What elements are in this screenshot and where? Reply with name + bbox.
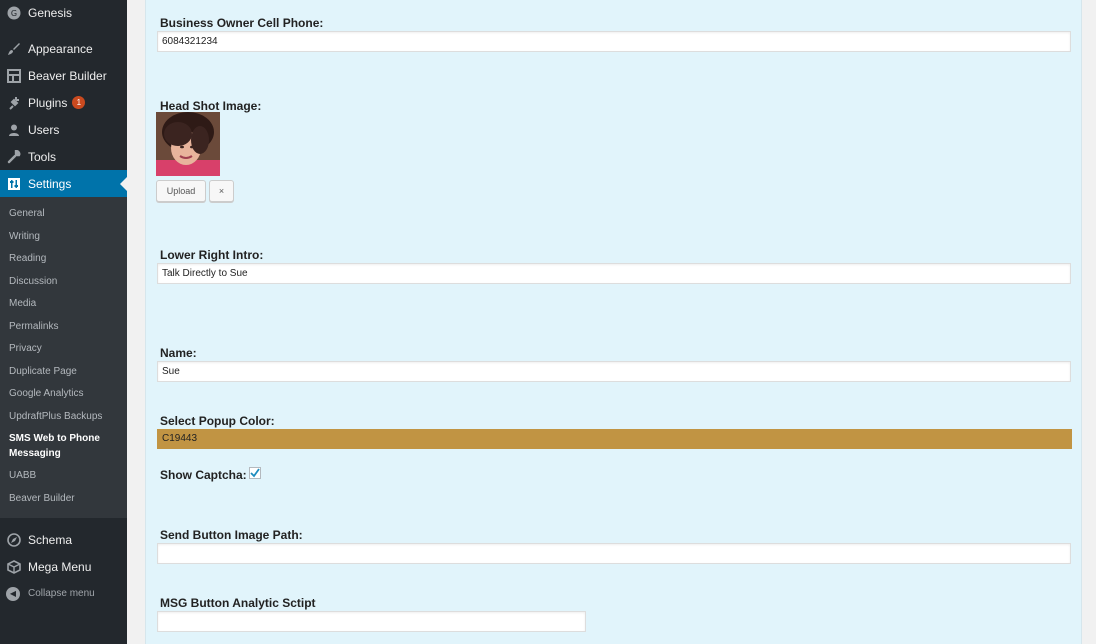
remove-image-button[interactable]: ×	[209, 180, 234, 202]
send-button-path-input[interactable]	[157, 543, 1071, 564]
admin-sidebar: G Genesis Appearance Beaver Builder Plug…	[0, 0, 127, 644]
wrench-icon	[6, 149, 22, 165]
submenu-item-beaver-builder[interactable]: Beaver Builder	[0, 488, 127, 511]
msg-analytic-input[interactable]	[157, 611, 586, 632]
settings-icon	[6, 176, 22, 192]
menu-label-beaver-builder: Beaver Builder	[28, 68, 107, 83]
popup-color-input[interactable]: C19443	[157, 429, 1072, 449]
submenu-item-discussion[interactable]: Discussion	[0, 271, 127, 294]
menu-label-settings: Settings	[28, 176, 72, 191]
intro-input[interactable]: Talk Directly to Sue	[157, 263, 1071, 284]
menu-item-beaver-builder[interactable]: Beaver Builder	[0, 62, 127, 89]
menu-item-tools[interactable]: Tools	[0, 143, 127, 170]
submenu-item-sms-web-to-phone[interactable]: SMS Web to Phone Messaging	[0, 428, 118, 465]
name-label: Name:	[160, 346, 197, 360]
menu-item-schema[interactable]: Schema	[0, 526, 127, 553]
genesis-icon: G	[6, 5, 22, 21]
plugins-update-badge: 1	[72, 96, 86, 109]
settings-form: Business Owner Cell Phone: 6084321234 He…	[145, 0, 1082, 644]
menu-item-plugins[interactable]: Plugins 1	[0, 89, 127, 116]
headshot-image	[156, 112, 220, 176]
submenu-item-privacy[interactable]: Privacy	[0, 338, 127, 361]
cell-phone-label: Business Owner Cell Phone:	[160, 16, 324, 30]
captcha-label: Show Captcha:	[160, 468, 247, 482]
menu-item-appearance[interactable]: Appearance	[0, 35, 127, 62]
intro-label: Lower Right Intro:	[160, 248, 264, 262]
menu-item-genesis[interactable]: G Genesis	[0, 0, 127, 25]
menu-item-users[interactable]: Users	[0, 116, 127, 143]
menu-label-appearance: Appearance	[28, 41, 93, 56]
name-input[interactable]: Sue	[157, 361, 1071, 382]
cell-phone-input[interactable]: 6084321234	[157, 31, 1071, 52]
menu-label-tools: Tools	[28, 149, 57, 164]
captcha-checkbox[interactable]	[249, 467, 261, 479]
submenu-item-writing[interactable]: Writing	[0, 226, 127, 249]
headshot-label: Head Shot Image:	[160, 99, 262, 113]
collapse-menu-button[interactable]: ◀ Collapse menu	[0, 580, 127, 607]
cube-icon	[6, 559, 22, 575]
user-icon	[6, 122, 22, 138]
submenu-item-updraftplus-backups[interactable]: UpdraftPlus Backups	[0, 406, 127, 429]
menu-label-schema: Schema	[28, 532, 73, 547]
menu-label-users: Users	[28, 122, 60, 137]
submenu-item-google-analytics[interactable]: Google Analytics	[0, 383, 127, 406]
checkmark-icon	[250, 468, 260, 478]
msg-analytic-label: MSG Button Analytic Sctipt	[160, 596, 316, 610]
submenu-item-uabb[interactable]: UABB	[0, 465, 127, 488]
collapse-menu-label: Collapse menu	[28, 588, 95, 599]
grid-icon	[6, 68, 22, 84]
svg-text:G: G	[11, 9, 17, 18]
submenu-item-permalinks[interactable]: Permalinks	[0, 316, 127, 339]
settings-submenu: General Writing Reading Discussion Media…	[0, 197, 127, 518]
compass-icon	[6, 532, 22, 548]
submenu-item-media[interactable]: Media	[0, 293, 127, 316]
popup-color-label: Select Popup Color:	[160, 414, 275, 428]
plug-icon	[6, 95, 22, 111]
menu-item-mega-menu[interactable]: Mega Menu	[0, 553, 127, 580]
menu-label-plugins: Plugins	[28, 95, 68, 110]
send-button-path-label: Send Button Image Path:	[160, 528, 303, 542]
collapse-arrow-icon: ◀	[6, 586, 20, 601]
menu-label-mega-menu: Mega Menu	[28, 559, 92, 574]
submenu-item-general[interactable]: General	[0, 203, 127, 226]
menu-item-settings[interactable]: Settings	[0, 170, 127, 197]
upload-button[interactable]: Upload	[156, 180, 206, 202]
submenu-item-duplicate-page[interactable]: Duplicate Page	[0, 361, 127, 384]
submenu-item-reading[interactable]: Reading	[0, 248, 127, 271]
menu-label-genesis: Genesis	[28, 5, 73, 20]
paintbrush-icon	[6, 41, 22, 57]
